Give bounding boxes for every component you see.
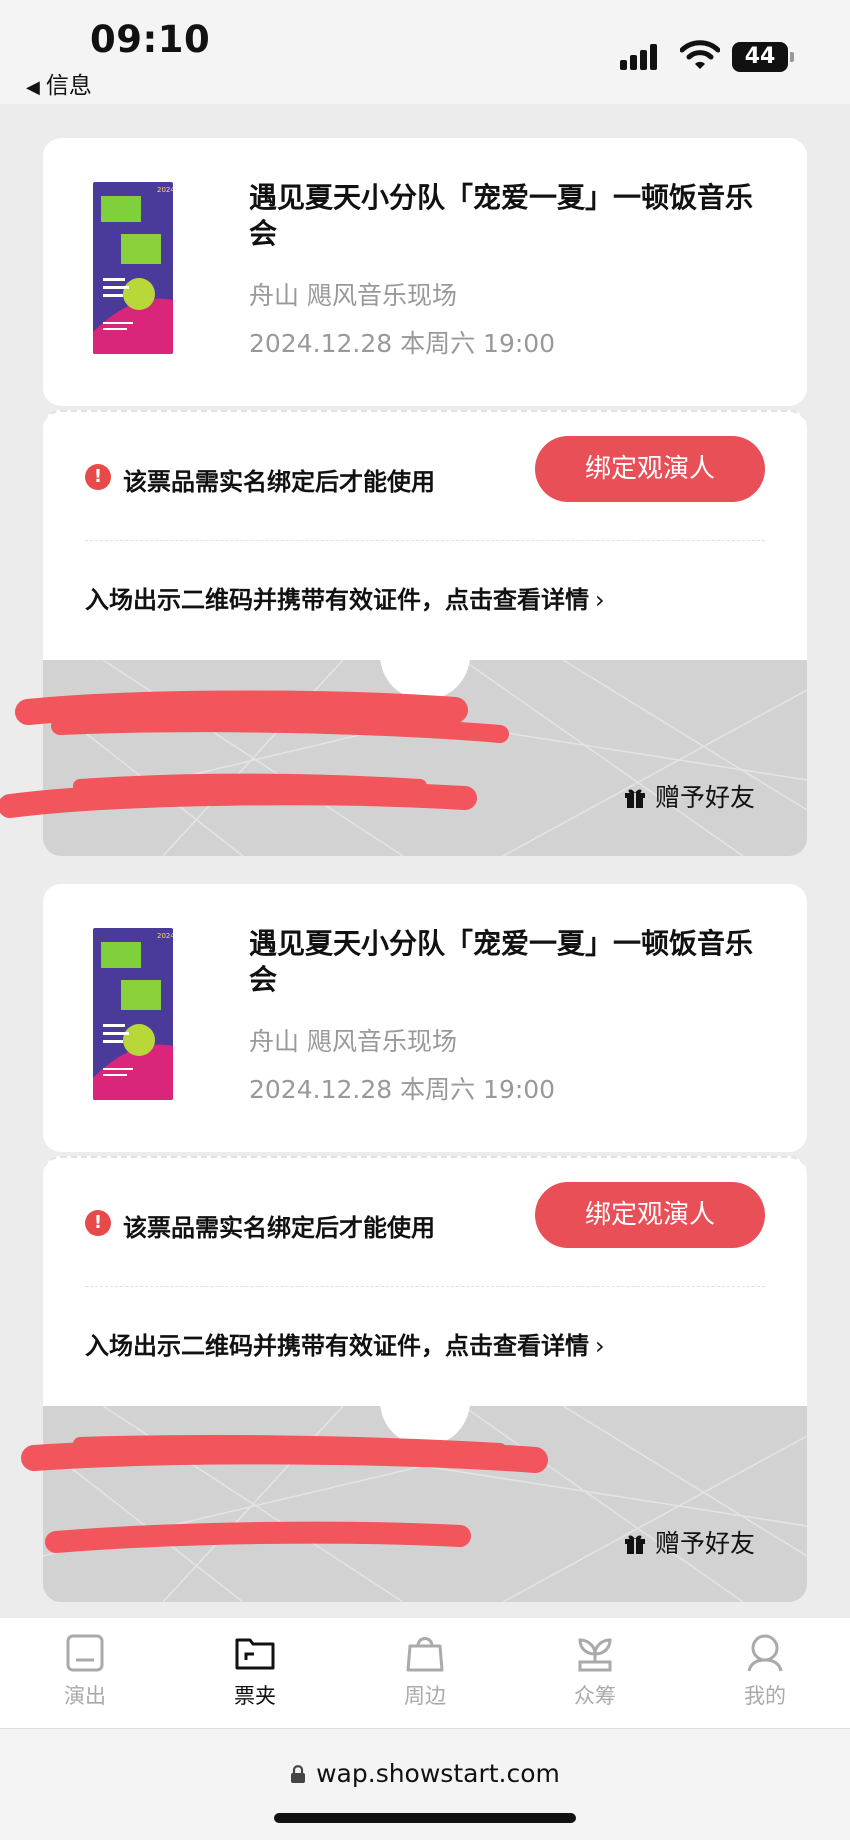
wifi-icon [680, 40, 720, 69]
battery-indicator: 44 [732, 42, 788, 72]
tab-shows[interactable]: 演出 [35, 1632, 135, 1710]
lock-icon [291, 1765, 306, 1783]
tab-ticket-folder[interactable]: 票夹 [205, 1632, 305, 1710]
event-datetime: 2024.12.28 本周六 19:00 [249, 329, 556, 358]
entry-tip-text: 入场出示二维码并携带有效证件，点击查看详情 [85, 586, 589, 614]
event-poster-image: 2024 [93, 182, 173, 354]
tab-label: 票夹 [234, 1684, 276, 1708]
tab-crowdfunding[interactable]: 众筹 [545, 1632, 645, 1710]
ticket-stub: 赠予好友 [43, 660, 807, 856]
url-text: wap.showstart.com [316, 1759, 560, 1788]
tab-label: 我的 [744, 1684, 786, 1708]
divider [85, 1286, 765, 1287]
event-venue: 舟山 飓风音乐现场 [249, 281, 457, 310]
profile-icon [747, 1634, 783, 1672]
chevron-right-icon: › [595, 1332, 605, 1360]
sprout-icon [578, 1638, 612, 1672]
entry-details-link[interactable]: 入场出示二维码并携带有效证件，点击查看详情 › [85, 1326, 605, 1361]
status-time: 09:10 [90, 18, 211, 61]
bottom-tab-bar: 演出 票夹 周边 众筹 我的 [0, 1618, 850, 1728]
svg-text:2024: 2024 [157, 186, 173, 194]
gift-to-friend-button[interactable]: 赠予好友 [623, 1524, 755, 1560]
browser-url-bar: wap.showstart.com [0, 1728, 850, 1840]
entry-details-link[interactable]: 入场出示二维码并携带有效证件，点击查看详情 › [85, 580, 605, 615]
ticket-body: ! 该票品需实名绑定后才能使用 绑定观演人 入场出示二维码并携带有效证件，点击查… [43, 1156, 807, 1406]
ticket-card[interactable]: 2024 遇见夏天小分队「宠爱一夏」一顿饭音乐会 舟山 飓风音乐现场 2024.… [43, 138, 807, 856]
event-poster-image: 2024 [93, 928, 173, 1100]
back-triangle-icon: ◀ [26, 77, 40, 98]
ticket-header[interactable]: 2024 遇见夏天小分队「宠爱一夏」一顿饭音乐会 舟山 飓风音乐现场 2024.… [43, 138, 807, 406]
ticket-header[interactable]: 2024 遇见夏天小分队「宠爱一夏」一顿饭音乐会 舟山 飓风音乐现场 2024.… [43, 884, 807, 1152]
cellular-signal-icon [620, 42, 664, 70]
event-title: 遇见夏天小分队「宠爱一夏」一顿饭音乐会 [249, 927, 754, 996]
bind-attendee-button[interactable]: 绑定观演人 [535, 1182, 765, 1248]
divider [85, 540, 765, 541]
ticket-stub: 赠予好友 [43, 1406, 807, 1602]
battery-tip [790, 52, 794, 62]
realname-warning: 该票品需实名绑定后才能使用 [123, 1214, 435, 1242]
realname-warning: 该票品需实名绑定后才能使用 [123, 468, 435, 496]
home-indicator[interactable] [274, 1813, 576, 1823]
gift-icon [625, 789, 645, 808]
chevron-right-icon: › [595, 586, 605, 614]
shopping-bag-icon [406, 1637, 444, 1672]
ticket-card[interactable]: 2024 遇见夏天小分队「宠爱一夏」一顿饭音乐会 舟山 飓风音乐现场 2024.… [43, 884, 807, 1602]
back-to-app-link[interactable]: ◀ 信息 [26, 66, 92, 100]
gift-label: 赠予好友 [655, 783, 756, 812]
status-bar: 09:10 ◀ 信息 44 [0, 0, 850, 104]
tab-label: 演出 [64, 1684, 106, 1708]
shows-icon [66, 1634, 104, 1672]
back-app-label: 信息 [45, 73, 92, 99]
tab-merch[interactable]: 周边 [375, 1632, 475, 1710]
bind-attendee-button[interactable]: 绑定观演人 [535, 436, 765, 502]
entry-tip-text: 入场出示二维码并携带有效证件，点击查看详情 [85, 1332, 589, 1360]
event-datetime: 2024.12.28 本周六 19:00 [249, 1075, 556, 1104]
event-title: 遇见夏天小分队「宠爱一夏」一顿饭音乐会 [249, 181, 754, 250]
svg-text:2024: 2024 [157, 932, 173, 940]
gift-label: 赠予好友 [655, 1529, 756, 1558]
tab-profile[interactable]: 我的 [715, 1632, 815, 1710]
url-field[interactable]: wap.showstart.com [0, 1759, 850, 1788]
tab-label: 众筹 [574, 1684, 616, 1708]
gift-icon [625, 1535, 645, 1554]
gift-to-friend-button[interactable]: 赠予好友 [623, 778, 755, 814]
warning-icon: ! [85, 464, 111, 490]
event-venue: 舟山 飓风音乐现场 [249, 1027, 457, 1056]
ticket-folder-icon [235, 1638, 275, 1670]
tab-label: 周边 [404, 1684, 446, 1708]
warning-icon: ! [85, 1210, 111, 1236]
ticket-body: ! 该票品需实名绑定后才能使用 绑定观演人 入场出示二维码并携带有效证件，点击查… [43, 410, 807, 660]
